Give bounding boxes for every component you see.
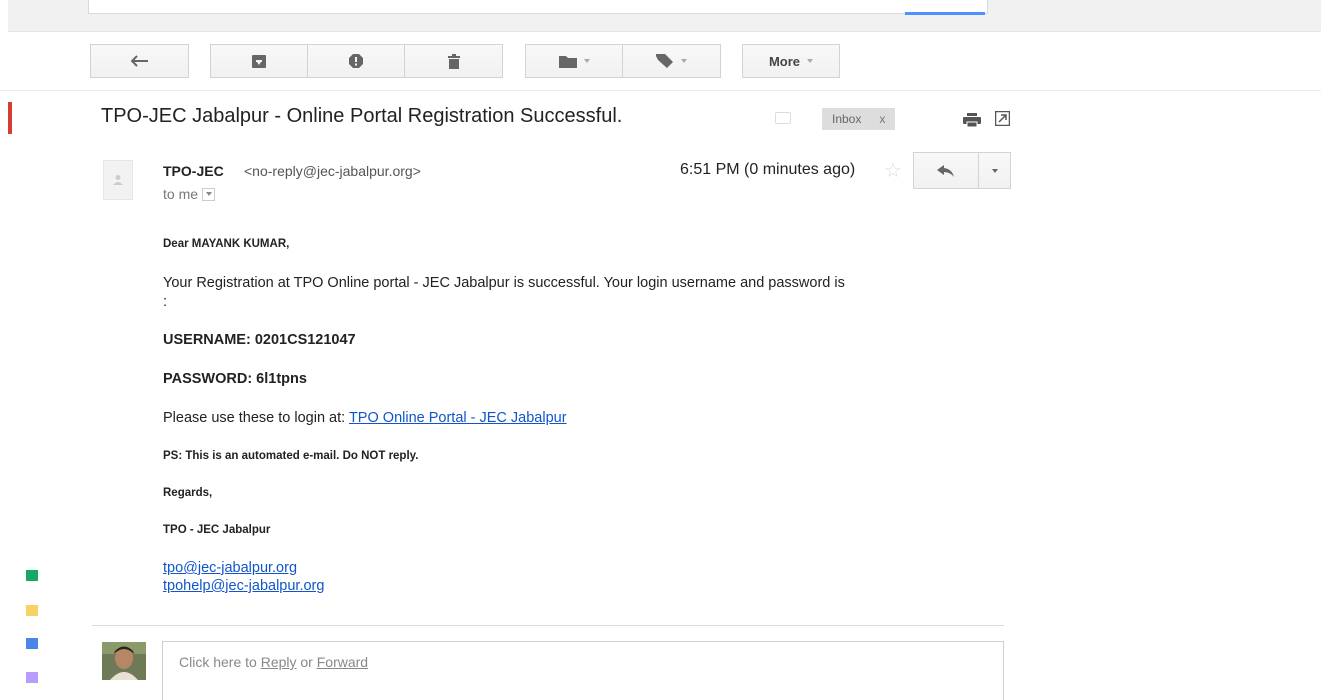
chevron-down-icon: [583, 59, 590, 63]
regards: Regards,: [163, 487, 213, 499]
label-color-yellow[interactable]: [26, 605, 38, 616]
email-subject: TPO-JEC Jabalpur - Online Portal Registr…: [101, 105, 623, 127]
reply-icon: [937, 164, 954, 177]
importance-marker-icon[interactable]: [775, 112, 791, 124]
sender-name[interactable]: TPO-JEC: [163, 163, 224, 179]
active-indicator: [905, 12, 985, 15]
archive-icon: [252, 54, 266, 68]
message-time: 6:51 PM (0 minutes ago): [680, 161, 856, 178]
sender-email: <no-reply@jec-jabalpur.org>: [244, 163, 421, 179]
login-instruction: Please use these to login at: TPO Online…: [163, 410, 567, 426]
label-name[interactable]: Inbox: [832, 112, 861, 126]
new-window-icon: [994, 110, 1011, 127]
reply-prompt-prefix: Click here to: [179, 654, 261, 670]
reply-button[interactable]: [913, 152, 979, 189]
forward-link[interactable]: Forward: [317, 654, 368, 670]
folder-icon: [558, 55, 577, 68]
chevron-down-icon: [681, 59, 687, 63]
more-actions-button[interactable]: More: [742, 44, 840, 78]
reply-divider: [92, 625, 1004, 626]
password-line: PASSWORD: 6l1tpns: [163, 371, 307, 387]
more-message-options-button[interactable]: [978, 152, 1011, 189]
label-color-blue[interactable]: [26, 638, 38, 649]
star-icon[interactable]: ☆: [884, 158, 902, 183]
reply-link[interactable]: Reply: [261, 654, 297, 670]
label-color-purple[interactable]: [26, 672, 38, 683]
signature: TPO - JEC Jabalpur: [163, 524, 271, 536]
spam-icon: [349, 54, 363, 68]
ps-note: PS: This is an automated e-mail. Do NOT …: [163, 450, 419, 462]
user-photo: [102, 642, 146, 680]
reply-prompt-or: or: [296, 654, 317, 670]
sender-avatar[interactable]: [103, 160, 133, 200]
email-link-tpo[interactable]: tpo@jec-jabalpur.org: [163, 560, 297, 576]
label-color-green[interactable]: [26, 570, 38, 581]
archive-button[interactable]: [210, 44, 308, 78]
top-bar-remnant: [8, 0, 1321, 32]
chevron-down-icon: [205, 192, 212, 196]
back-to-inbox-button[interactable]: [90, 44, 189, 78]
toolbar-divider: [0, 90, 1321, 91]
open-new-window-button[interactable]: [994, 110, 1011, 131]
intro-text-line-1: Your Registration at TPO Online portal -…: [163, 275, 845, 291]
inbox-label-chip: Inbox x: [822, 108, 896, 130]
remove-label-button[interactable]: x: [879, 112, 885, 126]
print-icon: [963, 113, 981, 128]
delete-button[interactable]: [404, 44, 503, 78]
intro-text-line-2: :: [163, 294, 168, 310]
recipient-text: to me: [163, 186, 199, 202]
show-details-button[interactable]: [202, 187, 216, 201]
selected-nav-marker: [8, 102, 12, 134]
move-to-button[interactable]: [525, 44, 623, 78]
person-icon: [113, 175, 123, 185]
report-spam-button[interactable]: [307, 44, 405, 78]
chevron-down-icon: [991, 168, 998, 173]
more-label: More: [768, 53, 801, 69]
username-line: USERNAME: 0201CS121047: [163, 332, 356, 348]
portal-link[interactable]: TPO Online Portal - JEC Jabalpur: [349, 410, 567, 426]
email-link-tpohelp[interactable]: tpohelp@jec-jabalpur.org: [163, 578, 324, 594]
tag-icon: [656, 54, 673, 68]
back-arrow-icon: [130, 55, 148, 67]
greeting: Dear MAYANK KUMAR,: [163, 238, 290, 250]
user-avatar[interactable]: [102, 642, 146, 680]
recipient-line: to me: [163, 186, 216, 202]
trash-icon: [447, 53, 460, 69]
search-box-edge[interactable]: [88, 0, 988, 14]
print-all-button[interactable]: [963, 113, 981, 132]
labels-button[interactable]: [622, 44, 721, 78]
login-prefix: Please use these to login at:: [163, 410, 349, 426]
quick-reply-box[interactable]: Click here to Reply or Forward: [162, 641, 1004, 700]
chevron-down-icon: [807, 59, 814, 63]
